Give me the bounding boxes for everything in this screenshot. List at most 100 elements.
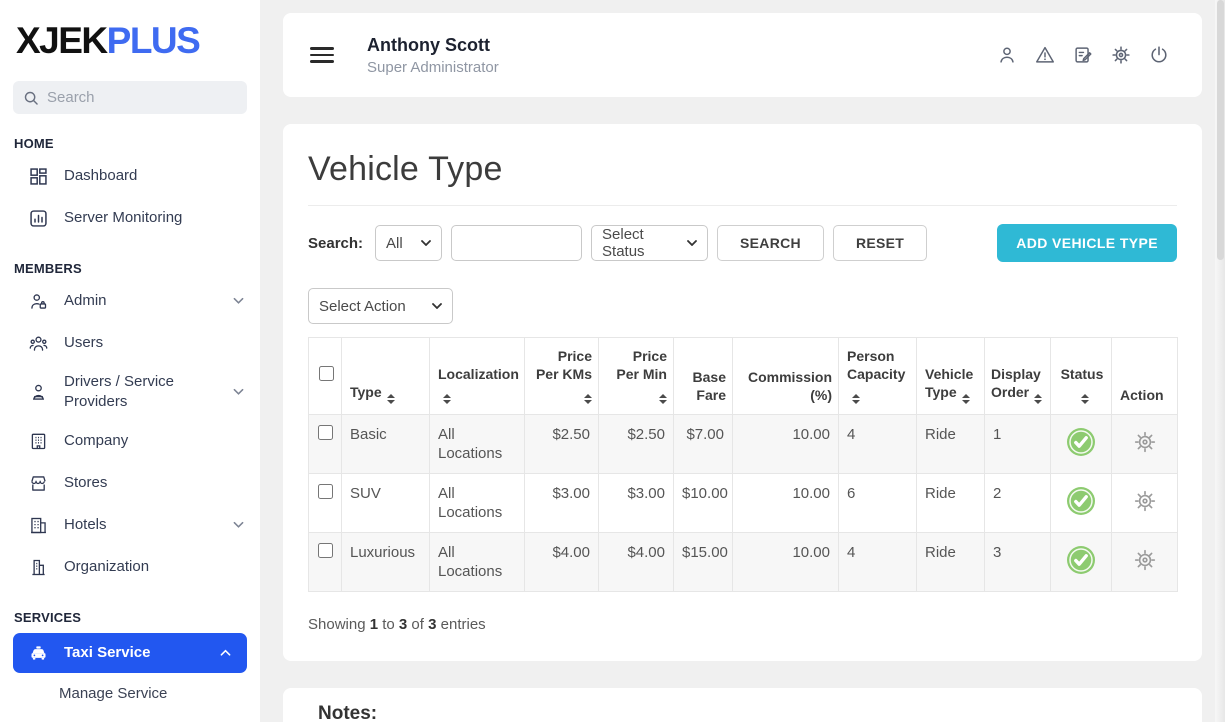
search-field-select[interactable]: All [375, 225, 442, 261]
cell-display-order: 1 [985, 415, 1051, 474]
drivers-icon [28, 382, 49, 403]
row-checkbox[interactable] [318, 425, 333, 440]
sidebar-item-label: Server Monitoring [64, 208, 182, 228]
sort-icon[interactable] [659, 394, 667, 404]
search-keyword-input[interactable] [451, 225, 582, 261]
sidebar-item-server-monitoring[interactable]: Server Monitoring [0, 197, 260, 239]
notes-panel: Notes: [283, 688, 1202, 722]
chevron-up-icon [220, 649, 231, 657]
sidebar: XJEKPLUS HOME Dashboard Server Monitorin… [0, 0, 260, 722]
cell-vehicle-type: Ride [917, 415, 985, 474]
sort-icon[interactable] [443, 394, 451, 404]
sort-icon[interactable] [852, 394, 860, 404]
row-settings-icon[interactable] [1132, 429, 1158, 455]
sidebar-item-taxi-service[interactable]: Taxi Service [13, 633, 247, 673]
select-value: All [386, 235, 403, 252]
form-icon[interactable] [1072, 44, 1094, 66]
reset-button[interactable]: RESET [833, 225, 927, 261]
page-scrollbar[interactable] [1215, 0, 1225, 722]
cell-price-per-min: $4.00 [599, 533, 674, 592]
status-active-icon[interactable] [1066, 545, 1096, 575]
user-block: Anthony Scott Super Administrator [367, 35, 499, 76]
sort-icon[interactable] [584, 394, 592, 404]
col-commission: Commission (%) [733, 338, 839, 415]
power-icon[interactable] [1148, 44, 1170, 66]
cell-price-per-kms: $2.50 [525, 415, 599, 474]
cell-commission: 10.00 [733, 533, 839, 592]
select-all-cell [309, 338, 342, 415]
entries-summary: Showing 1 to 3 of 3 entries [308, 616, 1177, 633]
profile-icon[interactable] [996, 44, 1018, 66]
status-select[interactable]: Select Status [591, 225, 708, 261]
sidebar-item-label: Company [64, 431, 128, 451]
col-person-capacity: Person Capacity [839, 338, 917, 415]
row-checkbox[interactable] [318, 484, 333, 499]
cell-action [1112, 533, 1178, 592]
sidebar-item-drivers[interactable]: Drivers / Service Providers [0, 364, 260, 420]
sort-icon[interactable] [1081, 394, 1089, 404]
settings-icon[interactable] [1110, 44, 1132, 66]
menu-toggle-icon[interactable] [310, 47, 334, 62]
col-type: Type [342, 338, 430, 415]
row-checkbox[interactable] [318, 543, 333, 558]
cell-status [1051, 533, 1112, 592]
sort-icon[interactable] [387, 394, 395, 404]
row-settings-icon[interactable] [1132, 547, 1158, 573]
logo-part-dark: XJEK [16, 20, 107, 61]
alert-icon[interactable] [1034, 44, 1056, 66]
row-settings-icon[interactable] [1132, 488, 1158, 514]
cell-person-capacity: 4 [839, 533, 917, 592]
notes-title: Notes: [318, 703, 1167, 722]
cell-base-fare: $15.00 [674, 533, 733, 592]
cell-localization: All Locations [430, 415, 525, 474]
sidebar-item-label: Dashboard [64, 166, 137, 186]
cell-person-capacity: 4 [839, 415, 917, 474]
cell-vehicle-type: Ride [917, 474, 985, 533]
filter-row: Search: All Select Status SEARCH RESET A… [308, 224, 1177, 262]
scrollbar-thumb[interactable] [1217, 0, 1224, 260]
sidebar-item-stores[interactable]: Stores [0, 462, 260, 504]
chevron-down-icon [233, 521, 244, 529]
cell-base-fare: $10.00 [674, 474, 733, 533]
section-services: SERVICES [14, 610, 246, 625]
sidebar-item-company[interactable]: Company [0, 420, 260, 462]
chevron-down-icon [432, 303, 442, 309]
topbar-actions [996, 44, 1170, 66]
users-icon [28, 333, 49, 354]
sidebar-search[interactable] [13, 81, 247, 114]
sort-icon[interactable] [1034, 394, 1042, 404]
sidebar-item-manage-service[interactable]: Manage Service [0, 673, 260, 713]
sidebar-item-organization[interactable]: Organization [0, 546, 260, 588]
status-active-icon[interactable] [1066, 427, 1096, 457]
select-value: Select Status [602, 226, 677, 260]
sidebar-item-admin[interactable]: Admin [0, 280, 260, 322]
bulk-action-select[interactable]: Select Action [308, 288, 453, 324]
search-label: Search: [308, 235, 363, 252]
sidebar-item-dashboard[interactable]: Dashboard [0, 155, 260, 197]
cell-display-order: 2 [985, 474, 1051, 533]
select-all-checkbox[interactable] [319, 366, 334, 381]
col-price-per-min: Price Per Min [599, 338, 674, 415]
admin-icon [28, 291, 49, 312]
status-active-icon[interactable] [1066, 486, 1096, 516]
cell-price-per-kms: $4.00 [525, 533, 599, 592]
user-role: Super Administrator [367, 59, 499, 76]
cell-person-capacity: 6 [839, 474, 917, 533]
select-value: Select Action [319, 298, 406, 315]
main-area: Anthony Scott Super Administrator Vehicl… [260, 0, 1225, 722]
taxi-icon [28, 643, 49, 664]
sidebar-item-users[interactable]: Users [0, 322, 260, 364]
sidebar-search-input[interactable] [47, 89, 237, 106]
search-icon [23, 90, 39, 106]
dashboard-icon [28, 166, 49, 187]
server-monitoring-icon [28, 208, 49, 229]
vehicle-type-panel: Vehicle Type Search: All Select Status S… [283, 124, 1202, 661]
add-vehicle-type-button[interactable]: ADD VEHICLE TYPE [997, 224, 1177, 262]
sort-icon[interactable] [962, 394, 970, 404]
cell-commission: 10.00 [733, 474, 839, 533]
col-localization: Localization [430, 338, 525, 415]
table-row: Basic All Locations $2.50 $2.50 $7.00 10… [309, 415, 1178, 474]
sidebar-item-hotels[interactable]: Hotels [0, 504, 260, 546]
cell-status [1051, 474, 1112, 533]
search-button[interactable]: SEARCH [717, 225, 824, 261]
